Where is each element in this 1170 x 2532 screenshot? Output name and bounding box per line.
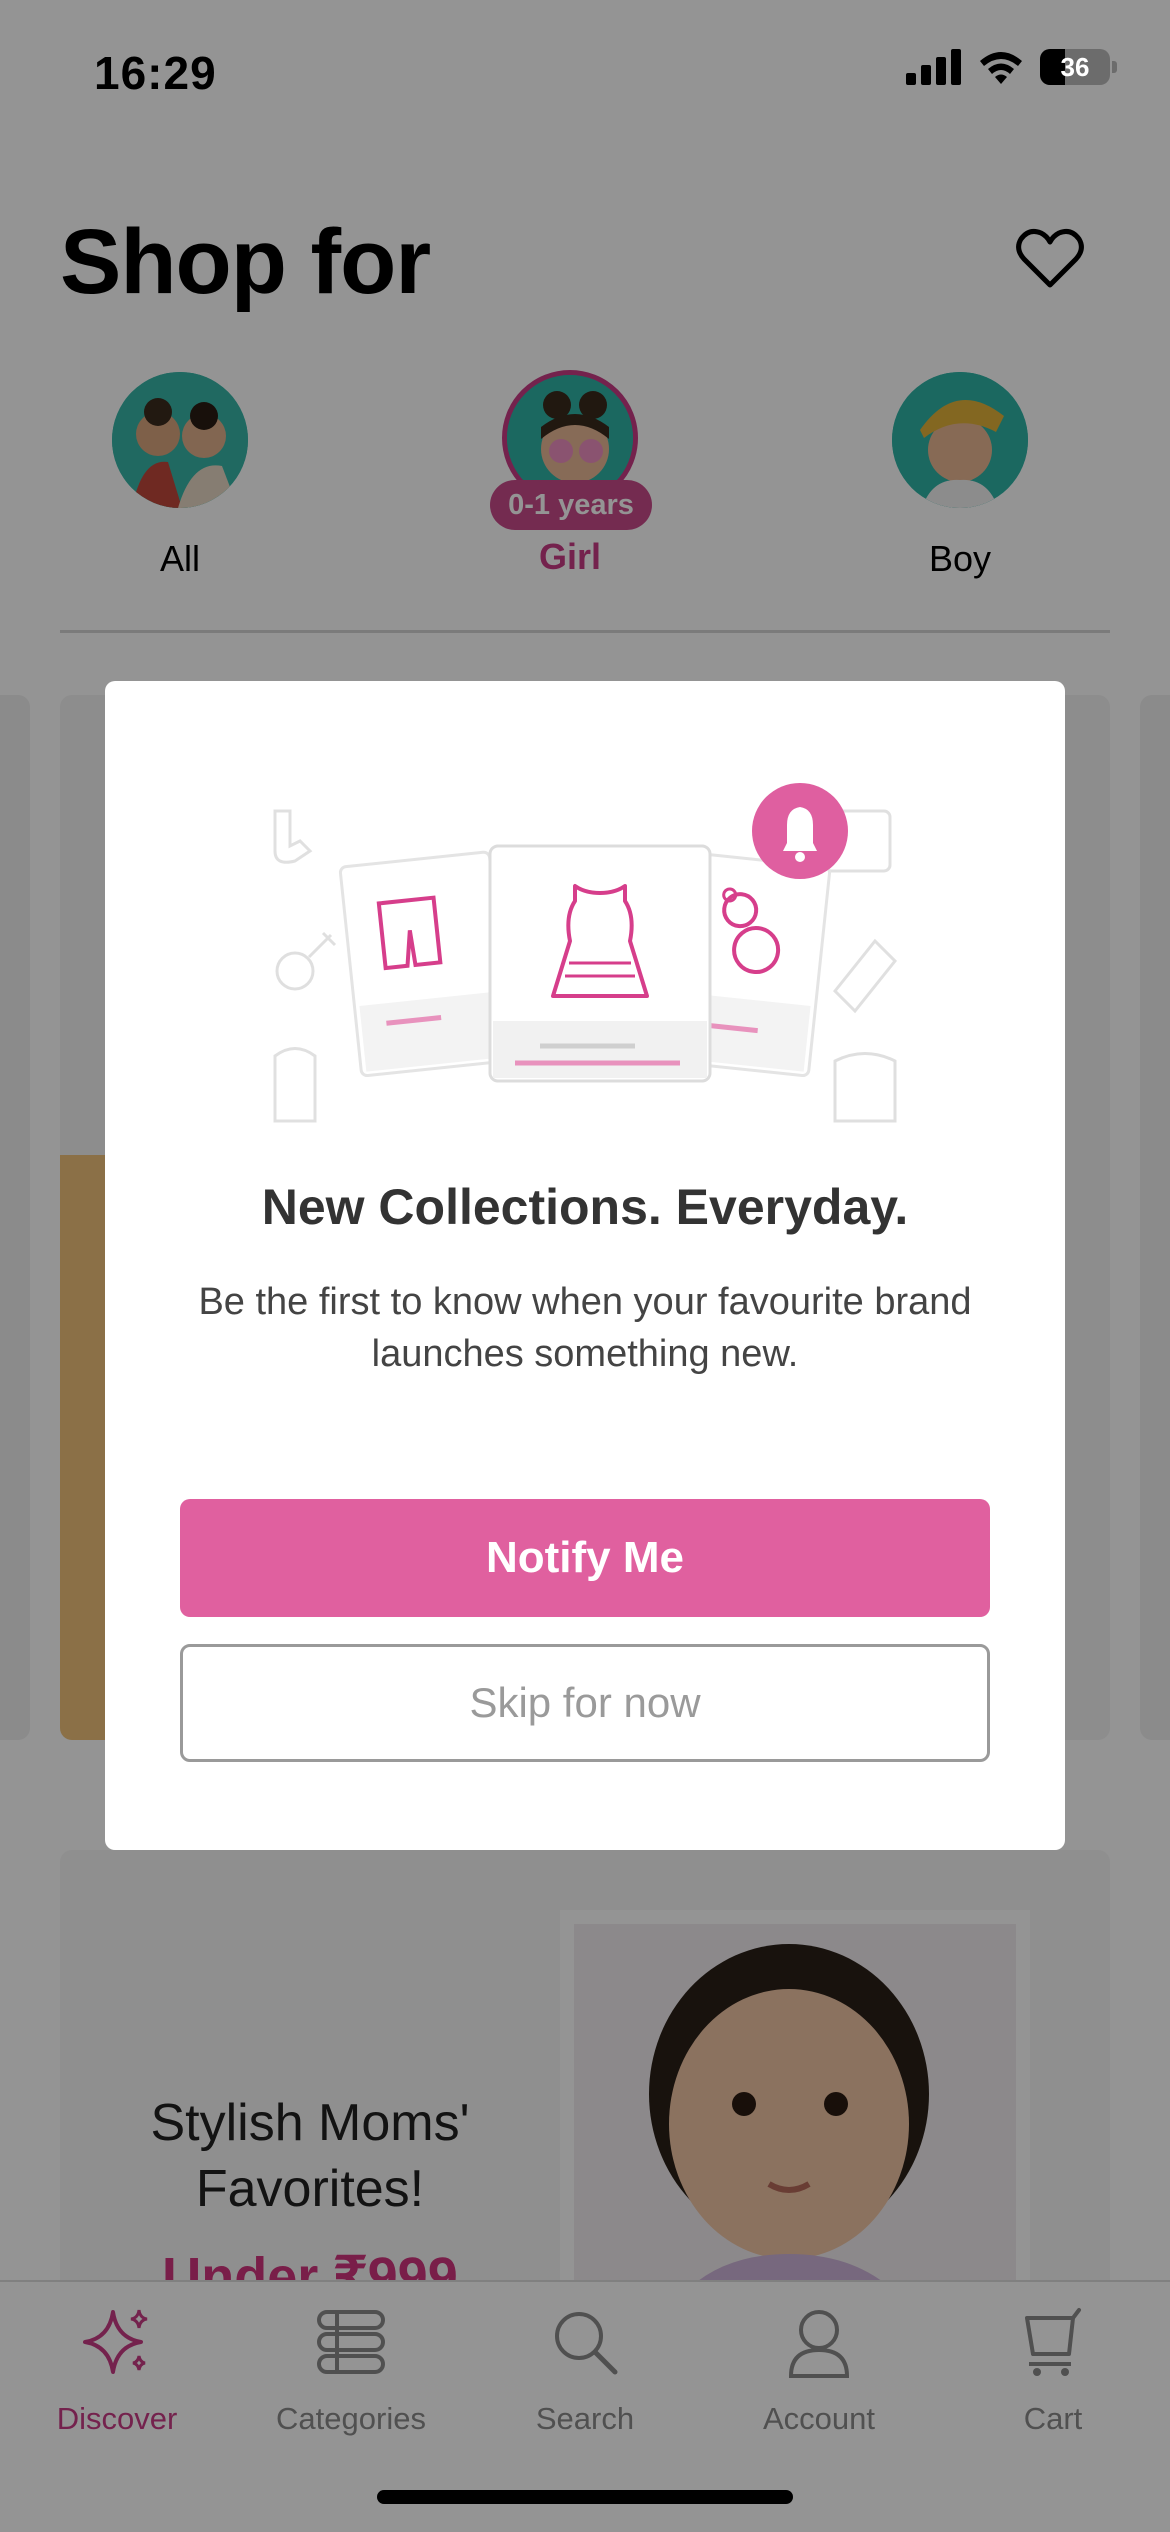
modal-title: New Collections. Everyday.	[261, 1179, 909, 1235]
skip-button[interactable]: Skip for now	[180, 1644, 990, 1762]
notify-me-button[interactable]: Notify Me	[180, 1499, 990, 1617]
screen: 16:29 36 Shop for All Girl 0-1 years Boy…	[0, 0, 1170, 2532]
modal-description: Be the first to know when your favourite…	[198, 1281, 972, 1375]
battery-level: 36	[1060, 51, 1090, 82]
collections-illustration	[273, 783, 898, 1123]
notification-modal: New Collections. Everyday. Be the first …	[105, 681, 1065, 1850]
